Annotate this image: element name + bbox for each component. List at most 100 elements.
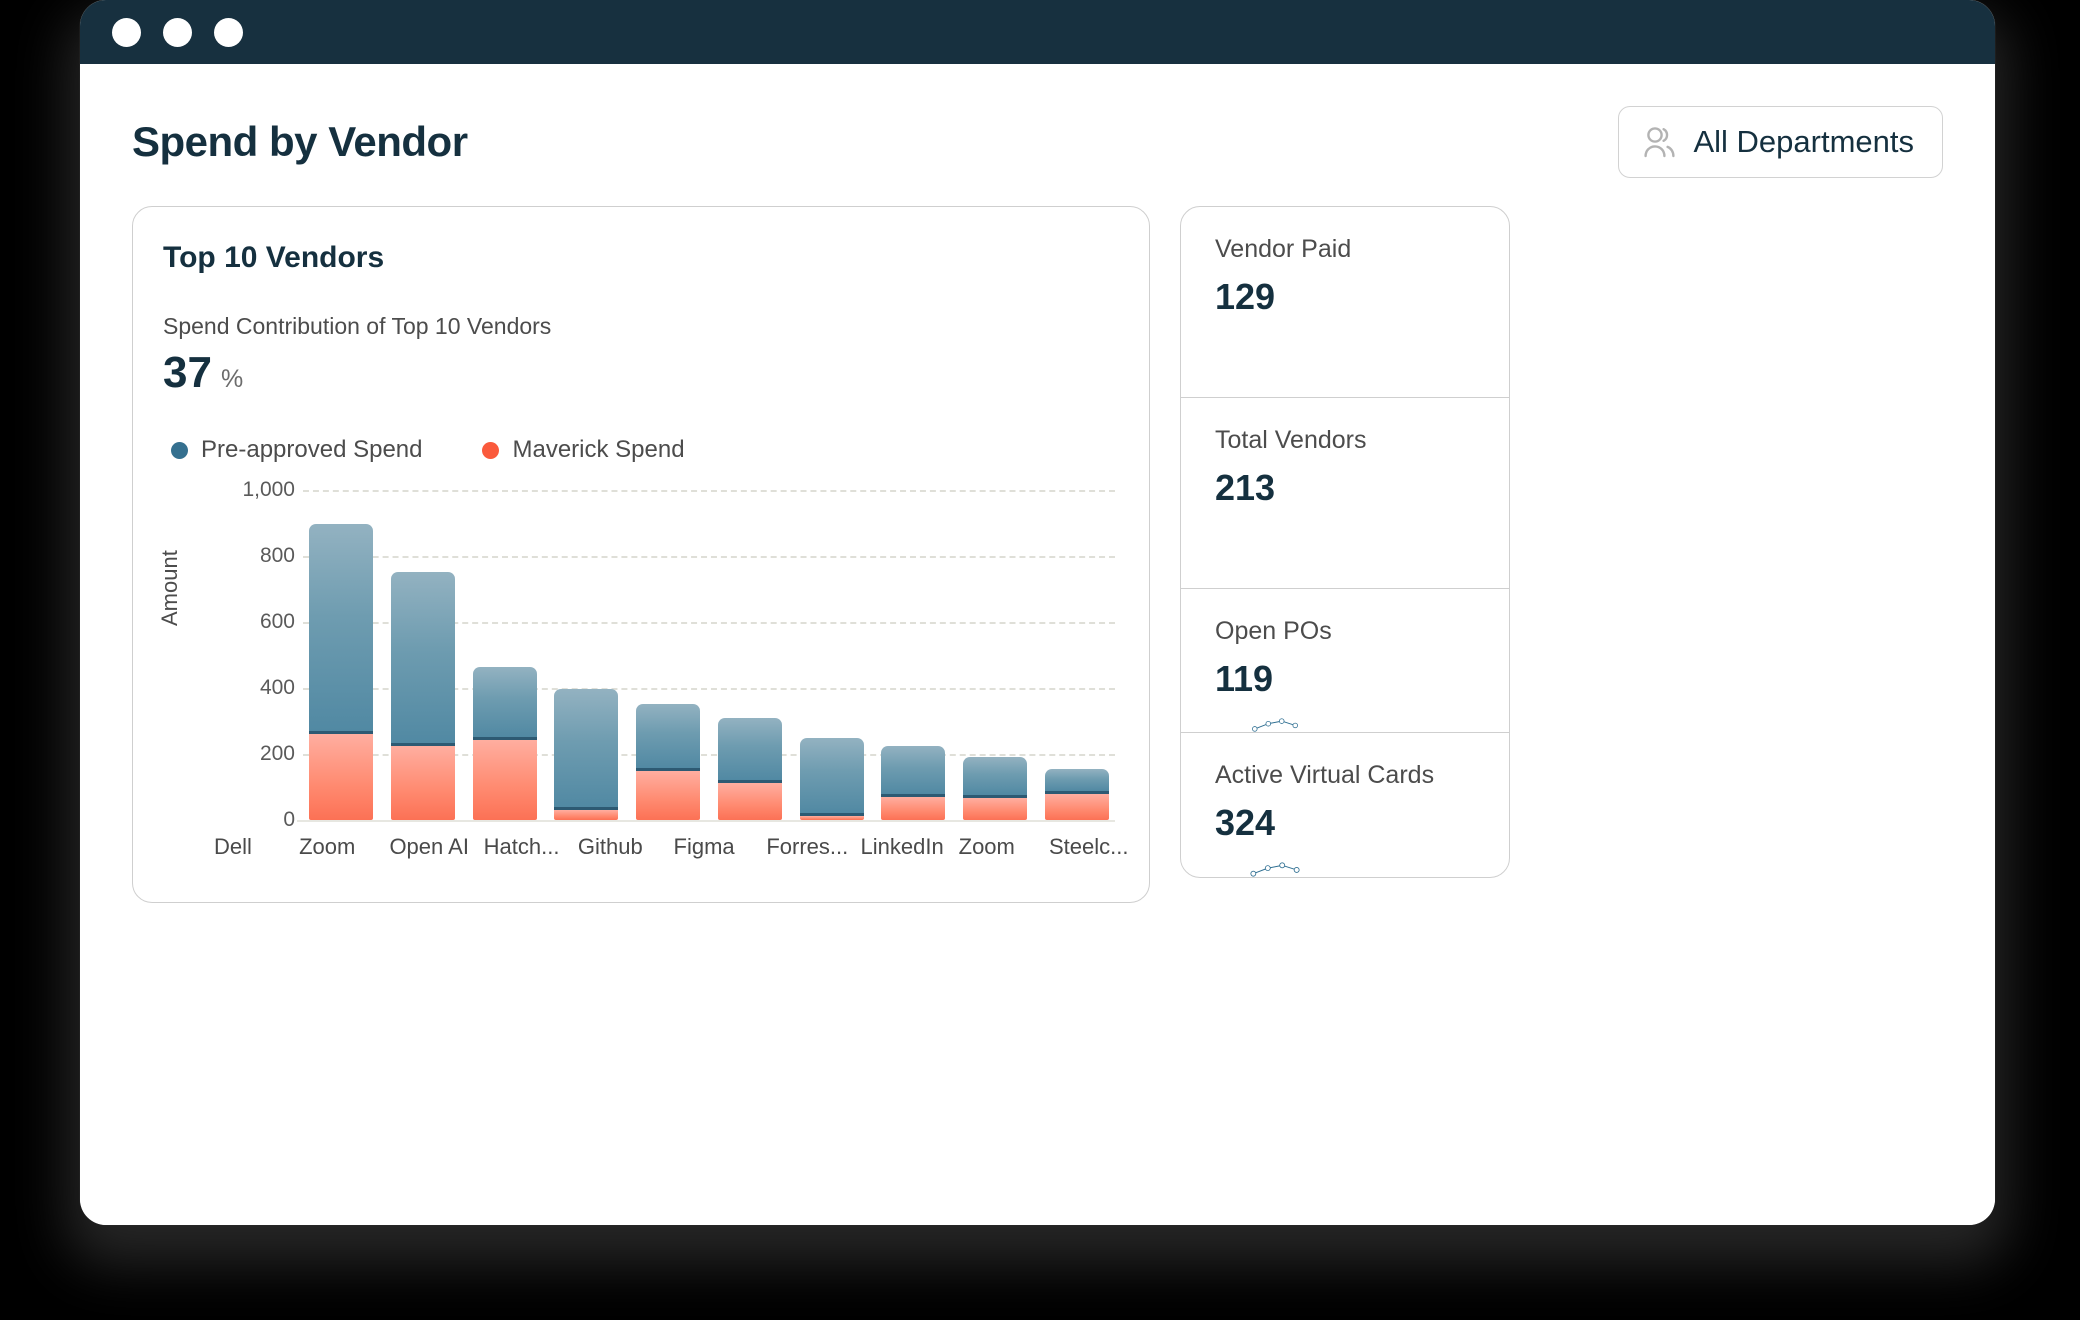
bar-segment-maverick: [881, 796, 946, 820]
bar-segment-pre-approved: [636, 703, 701, 771]
x-axis-tick-label: Open AI: [389, 834, 469, 859]
page-body: Spend by Vendor All Departments Top 10 V…: [80, 64, 1995, 1225]
chart-legend: Pre-approved Spend Maverick Spend: [163, 436, 1119, 464]
kpi-label: Open POs: [1215, 617, 1332, 645]
bar-column[interactable]: [963, 490, 1028, 820]
kpi-tile[interactable]: Total Vendors 213: [1181, 398, 1509, 589]
y-axis-tick-label: 1,000: [242, 478, 295, 501]
x-axis-tick-label: Zoom: [958, 834, 1015, 859]
bar-column[interactable]: [309, 490, 373, 820]
kpi-tile[interactable]: Vendor Paid 129: [1181, 207, 1509, 398]
bar-column[interactable]: [717, 490, 782, 820]
gridline: [297, 820, 1115, 822]
y-axis-tick-label: 400: [259, 676, 295, 699]
x-axis-tick-label: Figma: [673, 834, 735, 859]
department-filter-button[interactable]: All Departments: [1618, 106, 1943, 178]
legend-label-maverick: Maverick Spend: [512, 436, 685, 463]
chart-title: Top 10 Vendors: [163, 241, 385, 274]
bar-segment-pre-approved: [881, 745, 946, 797]
bar-column[interactable]: [799, 490, 864, 820]
bar-segment-pre-approved: [1044, 768, 1109, 794]
stat-unit: %: [220, 365, 244, 393]
browser-window: Spend by Vendor All Departments Top 10 V…: [80, 0, 1995, 1225]
bar-segment-maverick: [309, 734, 373, 820]
close-dot[interactable]: [112, 17, 141, 47]
bar-segment-maverick: [554, 810, 619, 820]
people-icon: [1643, 125, 1676, 159]
bar-segment-pre-approved: [390, 571, 455, 746]
bar-column[interactable]: [554, 490, 619, 820]
sparkline-chart: [1252, 718, 1298, 732]
y-axis-tick-label: 600: [259, 610, 295, 633]
chart-subtitle: Spend Contribution of Top 10 Vendors: [163, 313, 552, 339]
bar-segment-pre-approved: [799, 737, 864, 817]
stacked-bar: [1044, 768, 1109, 820]
y-axis-tick-label: 200: [259, 742, 295, 765]
maximize-dot[interactable]: [214, 17, 243, 47]
stacked-bar: [472, 666, 537, 820]
bar-segment-maverick: [717, 783, 782, 820]
y-axis-tick-label: 800: [259, 544, 295, 567]
stacked-bar: [881, 745, 946, 820]
stacked-bar: [636, 703, 701, 820]
stat-value: 37: [163, 348, 212, 397]
bar-column[interactable]: [636, 490, 701, 820]
bar-segment-maverick: [636, 770, 701, 820]
legend-dot-maverick: [482, 441, 500, 459]
page-header: Spend by Vendor All Departments: [124, 64, 1951, 178]
kpi-value: 324: [1215, 802, 1276, 843]
bar-column[interactable]: [390, 490, 455, 820]
stacked-bar: [799, 737, 864, 820]
kpi-value: 119: [1215, 658, 1274, 699]
bar-column[interactable]: [1044, 490, 1109, 820]
kpi-summary-card: Vendor Paid 129 Total Vendors 213 Open POs…: [1180, 206, 1510, 878]
stacked-bar: [390, 571, 455, 820]
window-titlebar: [80, 0, 1995, 64]
y-axis-title: Amount: [157, 550, 182, 626]
x-axis-labels: Dell Zoom Open AI Hatch... Github Figma Forres…: [201, 834, 1129, 860]
y-axis-tick-label: 0: [283, 808, 295, 831]
bar-column[interactable]: [881, 490, 946, 820]
stacked-bar: [309, 524, 373, 820]
page-title: Spend by Vendor: [132, 118, 468, 165]
sparkline-chart: [1250, 862, 1300, 877]
bar-segment-pre-approved: [963, 756, 1028, 798]
kpi-tile[interactable]: Active Virtual Cards 324: [1181, 733, 1509, 877]
bar-segment-maverick: [963, 797, 1028, 820]
legend-dot-pre-approved: [171, 441, 188, 459]
bar-segment-maverick: [390, 745, 455, 820]
bar-segment-pre-approved: [717, 717, 782, 784]
top-vendors-chart-card: Top 10 Vendors Spend Contribution of Top…: [132, 206, 1150, 903]
kpi-tile[interactable]: Open POs 119: [1181, 589, 1509, 733]
x-axis-tick-label: Zoom: [299, 834, 356, 859]
bar-segment-maverick: [472, 739, 537, 820]
department-filter-label: All Departments: [1693, 124, 1914, 159]
x-axis-tick-label: LinkedIn: [860, 834, 944, 859]
stacked-bar: [717, 717, 782, 820]
bar-column[interactable]: [472, 490, 537, 820]
spend-contribution-stat: 37 %: [163, 348, 1119, 398]
kpi-label: Vendor Paid: [1215, 235, 1352, 263]
chart-plot-area: Amount 0 200 400 600 800 1,000 Dell Zoom Open A…: [157, 478, 1129, 890]
plot-canvas: 0 200 400 600 800 1,000: [242, 478, 1115, 831]
stacked-bar: [963, 756, 1028, 820]
kpi-label: Total Vendors: [1215, 426, 1367, 454]
bar-segment-pre-approved: [554, 688, 619, 811]
legend-item-maverick[interactable]: Maverick Spend: [482, 436, 685, 464]
kpi-value: 129: [1215, 276, 1276, 317]
stacked-bar: [554, 688, 619, 820]
bar-segment-pre-approved: [472, 666, 537, 740]
bar-segment-maverick: [1044, 793, 1109, 820]
minimize-dot[interactable]: [163, 17, 192, 47]
bar-series: [309, 490, 1109, 820]
x-axis-tick-label: Forres...: [766, 834, 849, 859]
bar-segment-pre-approved: [309, 524, 373, 735]
legend-item-pre-approved[interactable]: Pre-approved Spend: [171, 436, 422, 464]
kpi-label: Active Virtual Cards: [1215, 761, 1435, 789]
x-axis-tick-label: Steelc...: [1048, 834, 1129, 859]
bar-segment-maverick: [799, 816, 864, 820]
dashboard-content: Top 10 Vendors Spend Contribution of Top…: [124, 206, 1951, 903]
legend-label-pre-approved: Pre-approved Spend: [201, 436, 423, 463]
x-axis-tick-label: Github: [577, 834, 643, 859]
x-axis-tick-label: Hatch...: [483, 834, 560, 859]
